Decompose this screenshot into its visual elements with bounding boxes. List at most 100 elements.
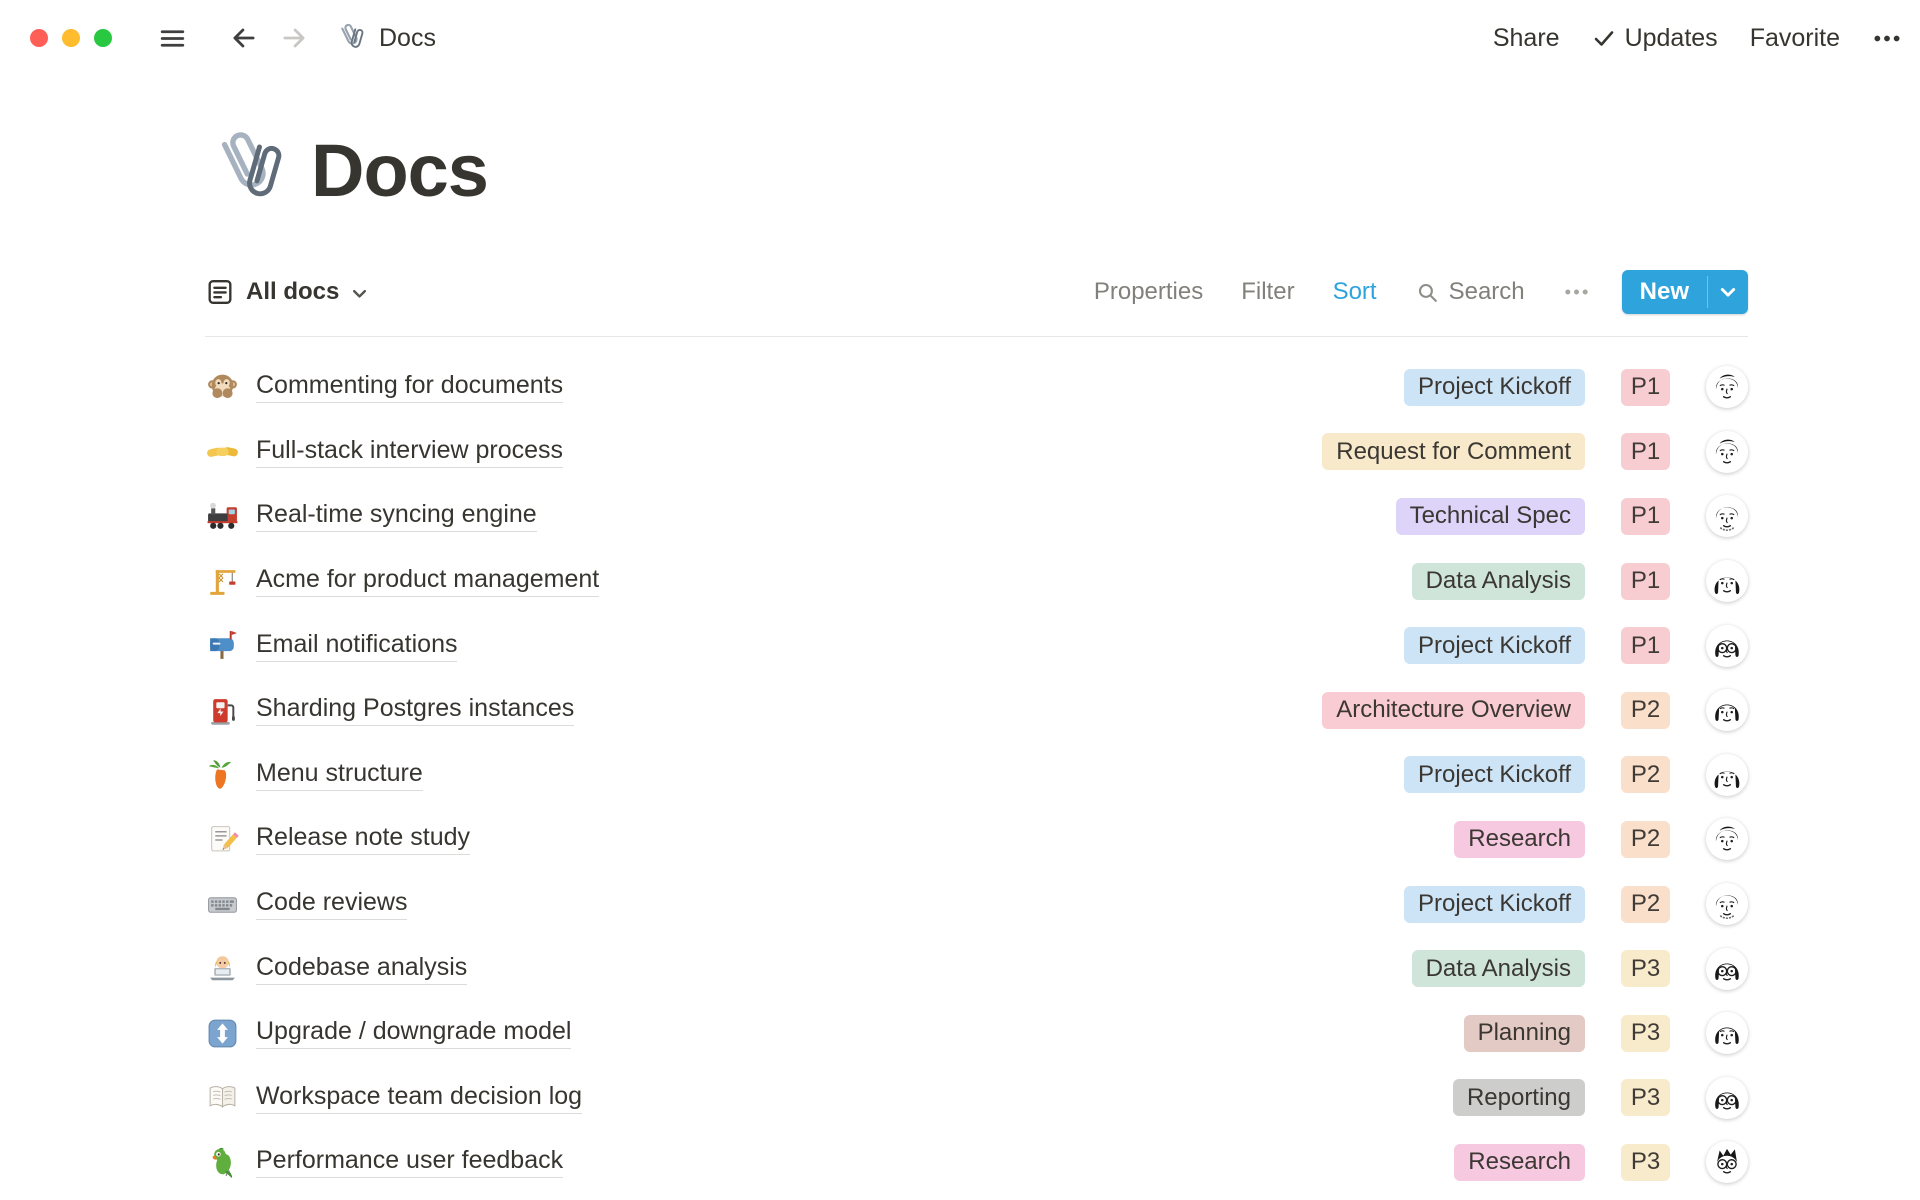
doc-title-link[interactable]: Real-time syncing engine [256,500,537,532]
keyboard-icon [205,887,239,921]
properties-button[interactable]: Properties [1094,278,1203,306]
doc-title-link[interactable]: Email notifications [256,630,457,662]
assignee-avatar[interactable] [1706,431,1748,473]
view-selector[interactable]: All docs [205,277,369,307]
doc-title-link[interactable]: Code reviews [256,888,407,920]
assignee-avatar[interactable] [1706,1012,1748,1054]
doc-row: Performance user feedback Research P3 [205,1130,1748,1195]
doc-row: Acme for product management Data Analysis… [205,549,1748,614]
priority-badge[interactable]: P1 [1621,563,1670,600]
doc-type-tag[interactable]: Research [1454,1144,1585,1181]
view-selector-label: All docs [246,278,339,306]
priority-badge[interactable]: P3 [1621,950,1670,987]
doc-title-link[interactable]: Release note study [256,823,470,855]
doc-row: Workspace team decision log Reporting P3 [205,1066,1748,1131]
traffic-lights [30,29,112,47]
priority-badge[interactable]: P2 [1621,821,1670,858]
assignee-avatar[interactable] [1706,883,1748,925]
priority-badge[interactable]: P2 [1621,756,1670,793]
doc-row: Email notifications Project Kickoff P1 [205,613,1748,678]
priority-badge[interactable]: P3 [1621,1015,1670,1052]
doc-row: Release note study Research P2 [205,807,1748,872]
doc-paperclip-icon [335,21,367,55]
handshake-icon [205,435,239,469]
assignee-avatar[interactable] [1706,495,1748,537]
doc-type-tag[interactable]: Research [1454,821,1585,858]
priority-badge[interactable]: P3 [1621,1144,1670,1181]
priority-badge[interactable]: P1 [1621,433,1670,470]
doc-type-tag[interactable]: Project Kickoff [1404,886,1585,923]
list-toolbar: All docs Properties Filter Sort Search N… [205,268,1748,316]
doc-title-link[interactable]: Full-stack interview process [256,436,563,468]
carrot-icon [205,758,239,792]
assignee-avatar[interactable] [1706,754,1748,796]
doc-type-tag[interactable]: Project Kickoff [1404,369,1585,406]
minimize-window-button[interactable] [62,29,80,47]
priority-badge[interactable]: P1 [1621,369,1670,406]
priority-badge[interactable]: P3 [1621,1079,1670,1116]
mailbox-icon [205,629,239,663]
doc-type-tag[interactable]: Request for Comment [1322,433,1585,470]
doc-title-link[interactable]: Sharding Postgres instances [256,694,574,726]
assignee-avatar[interactable] [1706,1077,1748,1119]
doc-type-tag[interactable]: Reporting [1453,1079,1585,1116]
doc-title-link[interactable]: Commenting for documents [256,371,563,403]
doc-row: Codebase analysis Data Analysis P3 [205,936,1748,1001]
forward-arrow-icon[interactable] [279,23,309,53]
zoom-window-button[interactable] [94,29,112,47]
doc-row: Real-time syncing engine Technical Spec P1 [205,484,1748,549]
sort-button[interactable]: Sort [1333,278,1377,306]
back-arrow-icon[interactable] [229,23,259,53]
close-window-button[interactable] [30,29,48,47]
doc-row: Menu structure Project Kickoff P2 [205,743,1748,808]
assignee-avatar[interactable] [1706,818,1748,860]
up-down-button-icon [205,1016,239,1050]
doc-row: Commenting for documents Project Kickoff P… [205,355,1748,420]
building-crane-icon [205,564,239,598]
assignee-avatar[interactable] [1706,560,1748,602]
doc-title-link[interactable]: Menu structure [256,759,423,791]
doc-title-link[interactable]: Codebase analysis [256,953,467,985]
doc-row: Upgrade / downgrade model Planning P3 [205,1001,1748,1066]
filter-button[interactable]: Filter [1241,278,1294,306]
linked-paperclips-icon [205,124,291,216]
doc-type-tag[interactable]: Data Analysis [1412,950,1585,987]
technologist-icon [205,952,239,986]
doc-type-tag[interactable]: Project Kickoff [1404,627,1585,664]
new-doc-button[interactable]: New [1622,270,1707,314]
doc-row: Full-stack interview process Request for … [205,420,1748,485]
memo-icon [205,822,239,856]
doc-title-link[interactable]: Workspace team decision log [256,1082,582,1114]
assignee-avatar[interactable] [1706,366,1748,408]
doc-type-tag[interactable]: Technical Spec [1396,498,1585,535]
list-more-options-icon[interactable] [1563,287,1590,297]
doc-title-link[interactable]: Performance user feedback [256,1146,563,1178]
assignee-avatar[interactable] [1706,948,1748,990]
check-icon [1592,26,1616,50]
search-button[interactable]: Search [1415,278,1525,306]
doc-row: Code reviews Project Kickoff P2 [205,872,1748,937]
assignee-avatar[interactable] [1706,1141,1748,1183]
more-options-icon[interactable] [1872,33,1902,44]
sidebar-toggle-icon[interactable] [158,24,187,53]
assignee-avatar[interactable] [1706,625,1748,667]
doc-title-link[interactable]: Acme for product management [256,565,599,597]
updates-button[interactable]: Updates [1592,24,1718,53]
priority-badge[interactable]: P2 [1621,692,1670,729]
share-button[interactable]: Share [1493,24,1560,53]
window-title: Docs [379,24,436,53]
priority-badge[interactable]: P2 [1621,886,1670,923]
window-titlebar: Docs Share Updates Favorite [0,0,1920,76]
doc-type-tag[interactable]: Architecture Overview [1322,692,1585,729]
doc-type-tag[interactable]: Data Analysis [1412,563,1585,600]
priority-badge[interactable]: P1 [1621,498,1670,535]
doc-title-link[interactable]: Upgrade / downgrade model [256,1017,571,1049]
doc-type-tag[interactable]: Planning [1464,1015,1585,1052]
priority-badge[interactable]: P1 [1621,627,1670,664]
favorite-button[interactable]: Favorite [1750,24,1840,53]
new-doc-dropdown-chevron-icon[interactable] [1708,270,1748,314]
doc-type-tag[interactable]: Project Kickoff [1404,756,1585,793]
new-doc-split-button[interactable]: New [1622,270,1748,314]
assignee-avatar[interactable] [1706,689,1748,731]
speak-no-evil-monkey-icon [205,370,239,404]
